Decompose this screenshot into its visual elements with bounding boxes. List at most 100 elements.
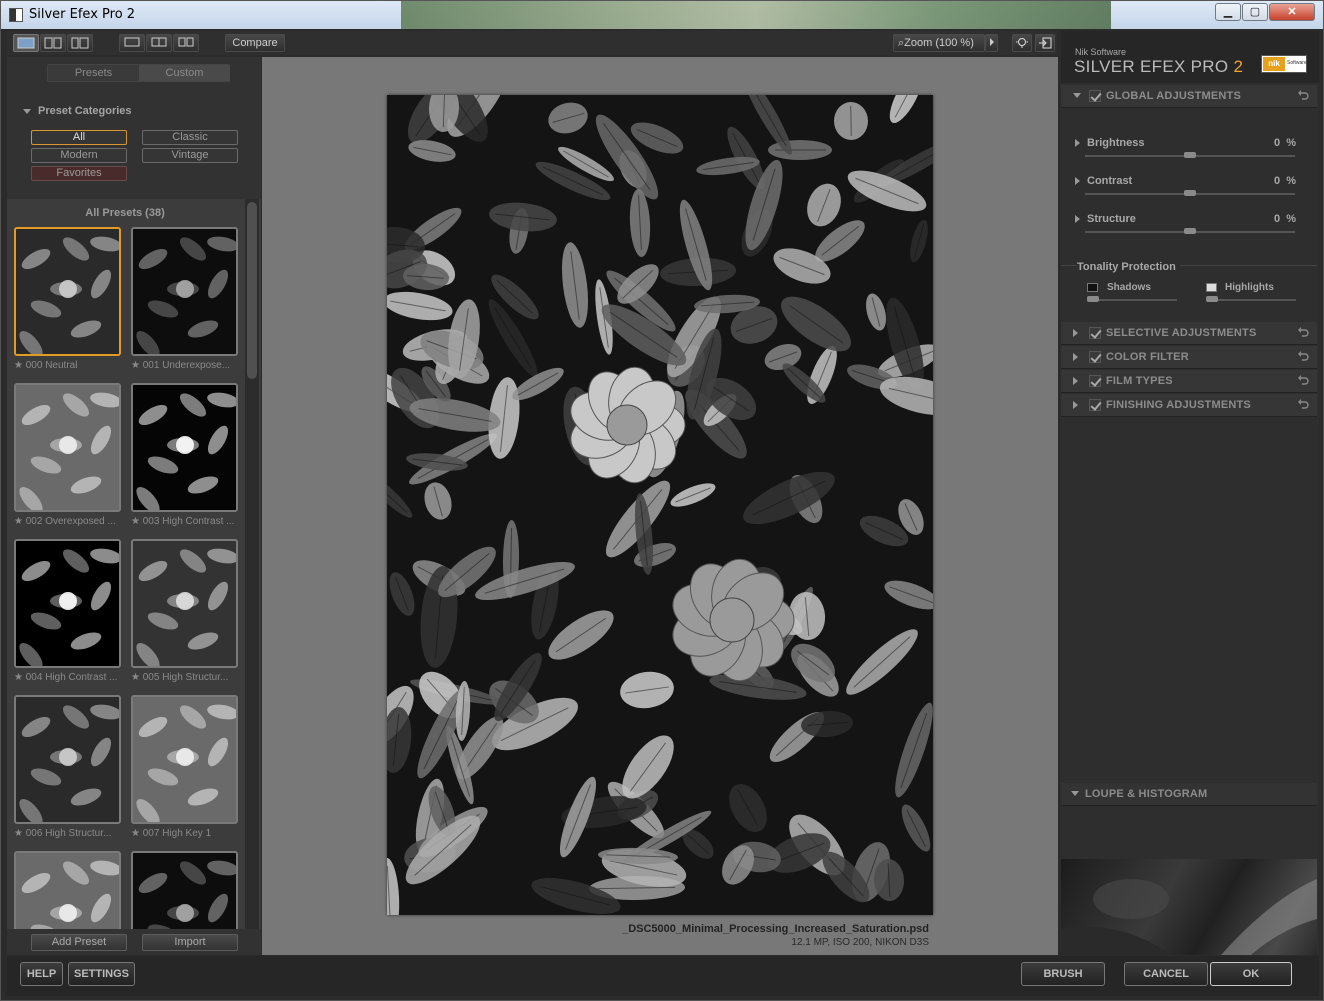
preset-label: ★ 000 Neutral <box>14 360 138 371</box>
cancel-button[interactable]: CANCEL <box>1124 962 1208 986</box>
scrollbar-thumb[interactable] <box>247 202 257 379</box>
global-adjustments-checkbox[interactable] <box>1089 90 1101 102</box>
star-icon[interactable]: ★ <box>131 516 140 527</box>
shadows-swatch <box>1087 283 1098 292</box>
star-icon[interactable]: ★ <box>14 516 23 527</box>
star-icon[interactable]: ★ <box>131 828 140 839</box>
preset-categories-header[interactable]: Preset Categories <box>23 105 132 117</box>
maximize-button[interactable]: ▢ <box>1242 3 1268 21</box>
preset-thumbnail-image <box>133 853 236 929</box>
view-browser-button[interactable] <box>67 34 93 52</box>
preview-image[interactable] <box>387 95 933 915</box>
undo-icon[interactable] <box>1297 374 1309 386</box>
split-preview-icon <box>151 37 167 47</box>
expand-triangle-icon[interactable] <box>1075 177 1080 185</box>
slider-thumb[interactable] <box>1184 228 1196 234</box>
category-modern-button[interactable]: Modern <box>31 148 127 163</box>
preset-thumbnail[interactable] <box>131 539 238 668</box>
preset-thumbnail-image <box>16 853 119 929</box>
adjustment-value[interactable]: 0 % <box>1274 175 1296 187</box>
section-film-types[interactable]: FILM TYPES <box>1061 370 1317 393</box>
add-preset-button[interactable]: Add Preset <box>31 934 127 951</box>
category-vintage-button[interactable]: Vintage <box>142 148 238 163</box>
adjustment-value[interactable]: 0 % <box>1274 213 1296 225</box>
preview-single-button[interactable] <box>119 34 145 52</box>
preview-split-button[interactable] <box>146 34 172 52</box>
undo-icon[interactable] <box>1297 326 1309 338</box>
settings-button[interactable]: SETTINGS <box>68 962 135 986</box>
import-button[interactable]: Import <box>142 934 238 951</box>
adjustment-unit: % <box>1286 137 1296 149</box>
expand-triangle-icon[interactable] <box>1075 139 1080 147</box>
preset-scrollbar[interactable] <box>245 199 259 929</box>
zoom-dropdown[interactable]: ⌕Zoom (100 %) <box>893 34 985 52</box>
section-checkbox[interactable] <box>1089 375 1101 387</box>
ok-button[interactable]: OK <box>1210 962 1292 986</box>
preset-thumbnail-image <box>16 229 119 354</box>
adjustment-unit: % <box>1286 175 1296 187</box>
adjustment-slider[interactable] <box>1085 228 1295 234</box>
category-all-button[interactable]: All <box>31 130 127 145</box>
preset-thumbnail[interactable] <box>131 695 238 824</box>
adjustment-label: Structure <box>1087 213 1136 225</box>
undo-icon[interactable] <box>1297 350 1309 362</box>
help-button[interactable]: HELP <box>20 962 63 986</box>
adjustment-label: Contrast <box>1087 175 1133 187</box>
view-split-button[interactable] <box>40 34 66 52</box>
section-checkbox[interactable] <box>1089 351 1101 363</box>
close-button[interactable]: ✕ <box>1269 3 1315 21</box>
brush-button[interactable]: BRUSH <box>1021 962 1105 986</box>
adjustment-value[interactable]: 0 % <box>1274 137 1296 149</box>
side-by-side-icon <box>178 37 194 47</box>
preview-side-by-side-button[interactable] <box>173 34 199 52</box>
preset-thumbnail[interactable] <box>131 383 238 512</box>
highlights-slider-thumb[interactable] <box>1206 296 1218 302</box>
shadows-slider-thumb[interactable] <box>1087 296 1099 302</box>
undo-icon[interactable] <box>1297 398 1309 410</box>
expand-triangle-icon[interactable] <box>1075 215 1080 223</box>
right-panel: Nik Software SILVER EFEX PRO 2 nik Softw… <box>1061 31 1319 955</box>
minimize-button[interactable]: ▁ <box>1215 3 1241 21</box>
collapsed-triangle-icon <box>1073 329 1078 337</box>
view-single-button[interactable] <box>13 34 39 52</box>
star-icon[interactable]: ★ <box>14 828 23 839</box>
star-icon[interactable]: ★ <box>14 360 23 371</box>
background-toggle-button[interactable] <box>1012 34 1032 52</box>
tab-custom[interactable]: Custom <box>139 65 230 81</box>
loupe-preview[interactable] <box>1061 859 1317 955</box>
tab-presets[interactable]: Presets <box>48 65 139 81</box>
section-selective-adjustments[interactable]: SELECTIVE ADJUSTMENTS <box>1061 322 1317 345</box>
preset-thumbnail[interactable] <box>14 851 121 929</box>
section-checkbox[interactable] <box>1089 327 1101 339</box>
star-icon[interactable]: ★ <box>131 360 140 371</box>
preset-thumbnail[interactable] <box>14 227 121 356</box>
category-favorites-button[interactable]: Favorites <box>31 166 127 181</box>
adjustment-slider[interactable] <box>1085 190 1295 196</box>
loupe-histogram-header[interactable]: LOUPE & HISTOGRAM <box>1061 783 1317 806</box>
nik-logo: nik Software <box>1261 55 1307 73</box>
shadows-slider[interactable] <box>1087 296 1177 302</box>
section-checkbox[interactable] <box>1089 399 1101 411</box>
preset-thumbnail[interactable] <box>131 227 238 356</box>
slider-thumb[interactable] <box>1184 190 1196 196</box>
highlights-slider[interactable] <box>1206 296 1296 302</box>
compare-button[interactable]: Compare <box>225 34 285 52</box>
preset-thumbnail[interactable] <box>14 539 121 668</box>
category-classic-button[interactable]: Classic <box>142 130 238 145</box>
section-finishing-adjustments[interactable]: FINISHING ADJUSTMENTS <box>1061 394 1317 417</box>
preset-thumbnail[interactable] <box>131 851 238 929</box>
preset-thumbnail[interactable] <box>14 383 121 512</box>
zoom-arrow-button[interactable] <box>985 34 998 52</box>
preset-list: All Presets (38) ★ 000 Neutral ★ 001 Unde… <box>7 199 261 929</box>
adjustment-slider[interactable] <box>1085 152 1295 158</box>
slider-thumb[interactable] <box>1184 152 1196 158</box>
exit-fullscreen-button[interactable] <box>1035 34 1055 52</box>
preset-thumbnail[interactable] <box>14 695 121 824</box>
star-icon[interactable]: ★ <box>14 672 23 683</box>
preset-label: ★ 006 High Structur... <box>14 828 138 839</box>
section-color-filter[interactable]: COLOR FILTER <box>1061 346 1317 369</box>
undo-icon[interactable] <box>1297 89 1309 101</box>
star-icon[interactable]: ★ <box>131 672 140 683</box>
global-adjustments-header[interactable]: GLOBAL ADJUSTMENTS <box>1061 85 1317 108</box>
nik-logo-mark: nik <box>1263 57 1285 71</box>
